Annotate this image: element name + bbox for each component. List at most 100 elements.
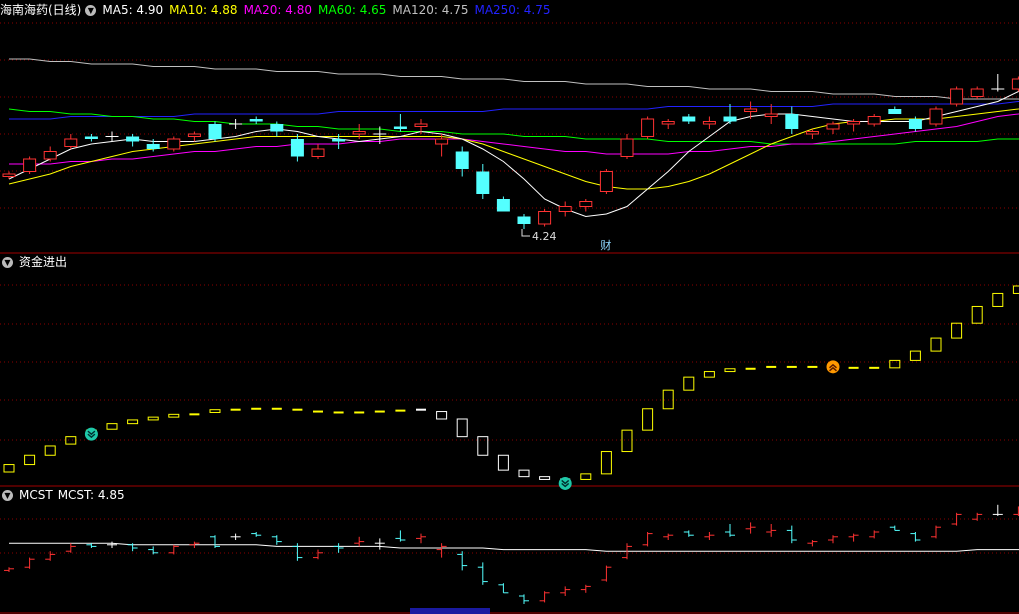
ohlc-bar (354, 536, 365, 547)
candle-body (1011, 78, 1019, 90)
candle-body (167, 138, 181, 150)
candle-body (146, 144, 160, 149)
candle-body (311, 148, 325, 157)
buy-signal-icon (826, 360, 840, 374)
candle (785, 106, 799, 134)
candle (496, 196, 510, 212)
fund-bar (168, 413, 180, 418)
sell-signal-icon (558, 476, 572, 490)
event-marker: 财 (600, 238, 611, 252)
candle-body (661, 121, 675, 125)
fund-bar (456, 418, 468, 438)
candle (43, 146, 57, 162)
fund-bar (703, 371, 715, 378)
ohlc-bar (271, 535, 282, 545)
ohlc-bar (931, 525, 941, 539)
candle (393, 114, 407, 132)
candle-body (43, 151, 57, 160)
ohlc-bar (910, 532, 921, 542)
candle (929, 106, 943, 127)
ohlc-bar (786, 525, 797, 544)
ohlc-bar (333, 543, 344, 553)
candle (455, 146, 469, 177)
candle (517, 214, 531, 229)
candle-body (455, 151, 469, 169)
ohlc-bar (745, 522, 756, 534)
price-header: 海南海药(日线) ▼ MA5: 4.90 MA10: 4.88 MA20: 4.… (0, 2, 557, 18)
candle-body (23, 158, 37, 172)
candle-body (805, 131, 819, 135)
candle (249, 116, 263, 124)
fund-bar (209, 409, 221, 413)
ohlc-bar (519, 594, 529, 604)
candle (229, 119, 243, 129)
candle (579, 199, 593, 212)
candle (1011, 76, 1019, 92)
ohlc-bar (313, 549, 323, 560)
candle-body (641, 118, 655, 137)
candle (682, 114, 696, 124)
candle (84, 134, 98, 142)
fund-bar (662, 389, 674, 410)
ohlc-bar (292, 543, 303, 561)
fund-bar (539, 476, 551, 480)
fund-bar (992, 292, 1004, 307)
ohlc-bar (725, 524, 735, 537)
ma20-label: MA20: 4.80 (243, 3, 312, 17)
sell-signal-icon (84, 427, 98, 441)
fund-bar (600, 451, 612, 475)
candle-body (826, 123, 840, 130)
candle-body (290, 139, 304, 157)
candle (290, 134, 304, 162)
fund-bar (889, 359, 901, 369)
fund-bar (3, 464, 15, 473)
candle (64, 134, 78, 149)
candle (208, 121, 222, 142)
candle (950, 86, 964, 107)
candle-body (599, 171, 613, 192)
candle-body (496, 199, 510, 212)
candle-body (970, 88, 984, 97)
ohlc-bar (374, 538, 385, 550)
candle (476, 164, 490, 199)
candle-body (764, 113, 778, 117)
ohlc-bar (992, 504, 1003, 516)
candle (702, 116, 716, 129)
ohlc-bar (807, 540, 818, 547)
chevron-down-icon[interactable]: ▼ (85, 4, 97, 16)
candle-body (2, 173, 16, 177)
candle-body (208, 124, 222, 139)
ohlc-bar (1013, 506, 1019, 516)
chevron-down-icon[interactable]: ▼ (2, 256, 13, 268)
candle-body (332, 139, 346, 142)
candle-body (744, 108, 758, 112)
ma250-line (9, 101, 1019, 120)
ma5-line (8, 90, 1019, 218)
ma20-line (9, 113, 1019, 165)
ohlc-bar (45, 551, 56, 561)
fund-bar (1012, 285, 1019, 294)
candle-body (476, 171, 490, 194)
ohlc-bar (416, 533, 426, 544)
candle-body (352, 131, 366, 135)
candle-body (723, 116, 737, 122)
ohlc-bar (65, 543, 76, 553)
mcst-header: ▼ MCST MCST: 4.85 (0, 487, 131, 503)
ohlc-bar (683, 530, 694, 537)
ohlc-bar (148, 546, 159, 555)
candle-body (517, 216, 531, 224)
fund-bar (65, 436, 77, 445)
ohlc-bar (498, 583, 509, 594)
fund-bar (106, 423, 118, 430)
candle-body (579, 201, 593, 207)
ohlc-bar (251, 532, 262, 537)
ohlc-bar (86, 543, 97, 548)
chevron-down-icon[interactable]: ▼ (2, 489, 13, 501)
fund-bar (518, 469, 530, 478)
candle (311, 144, 325, 159)
fund-bar (24, 454, 36, 466)
stock-title: 海南海药(日线) (0, 3, 82, 17)
ohlc-bar (601, 565, 612, 582)
ohlc-bar (972, 512, 983, 521)
candle (641, 116, 655, 139)
